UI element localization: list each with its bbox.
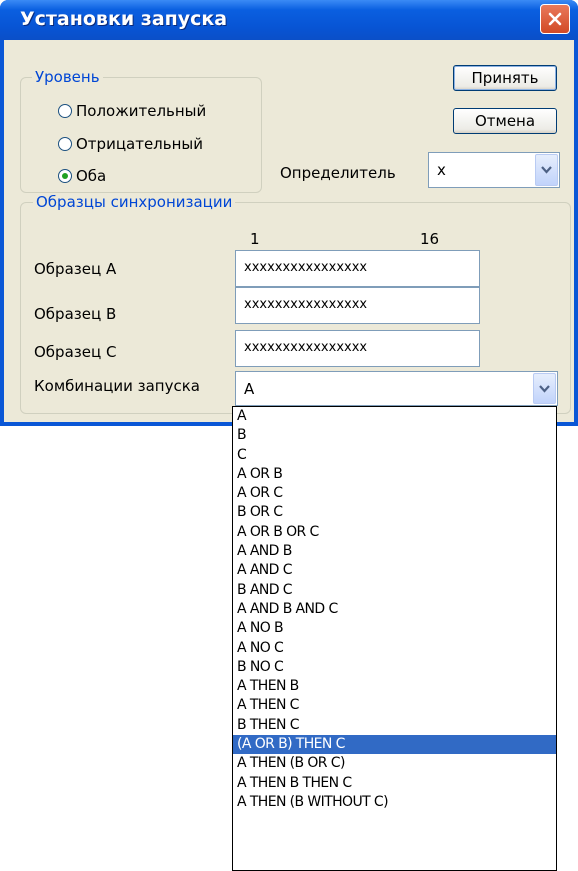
qualifier-select[interactable]: x: [428, 152, 560, 188]
title-bar[interactable]: Установки запуска: [0, 0, 578, 40]
trigger-combinations-label: Комбинации запуска: [34, 377, 200, 395]
dialog-title: Установки запуска: [20, 8, 228, 30]
dropdown-option[interactable]: A OR B OR C: [233, 523, 556, 542]
level-group-legend: Уровень: [32, 68, 103, 86]
cancel-button[interactable]: Отмена: [453, 108, 557, 134]
pattern-a-input[interactable]: xxxxxxxxxxxxxxxx: [235, 250, 480, 287]
dropdown-option[interactable]: A NO B: [233, 619, 556, 638]
trigger-combinations-dropdown-list[interactable]: ABCA OR BA OR CB OR CA OR B OR CA AND BA…: [232, 406, 557, 871]
radio-both-circle: [58, 169, 72, 183]
trigger-combinations-value: A: [244, 380, 255, 398]
bit-start-label: 1: [250, 230, 260, 248]
qualifier-value: x: [437, 161, 446, 179]
radio-positive[interactable]: Положительный: [58, 102, 206, 120]
radio-negative[interactable]: Отрицательный: [58, 135, 203, 153]
dropdown-option[interactable]: A AND B AND C: [233, 600, 556, 619]
chevron-down-icon: [541, 166, 552, 174]
dropdown-option[interactable]: A THEN C: [233, 696, 556, 715]
dropdown-option[interactable]: A NO C: [233, 639, 556, 658]
pattern-b-label: Образец B: [34, 305, 117, 323]
radio-negative-label: Отрицательный: [76, 135, 204, 153]
dropdown-option[interactable]: (A OR B) THEN C: [233, 735, 556, 755]
radio-both[interactable]: Оба: [58, 167, 106, 185]
bit-end-label: 16: [420, 230, 440, 248]
radio-both-label: Оба: [76, 167, 107, 185]
dropdown-option[interactable]: C: [233, 446, 556, 465]
dropdown-option[interactable]: A AND C: [233, 561, 556, 580]
pattern-c-input[interactable]: xxxxxxxxxxxxxxxx: [235, 330, 480, 367]
qualifier-label: Определитель: [280, 164, 396, 182]
dropdown-option[interactable]: A OR B: [233, 465, 556, 484]
radio-positive-circle: [58, 104, 72, 118]
dropdown-option[interactable]: A: [233, 407, 556, 426]
dropdown-option[interactable]: B: [233, 426, 556, 445]
pattern-b-input[interactable]: xxxxxxxxxxxxxxxx: [235, 287, 480, 324]
qualifier-dropdown-button[interactable]: [535, 154, 558, 186]
dropdown-option[interactable]: B AND C: [233, 581, 556, 600]
pattern-c-label: Образец C: [34, 343, 117, 361]
close-button[interactable]: [540, 4, 570, 34]
trigger-combinations-dropdown-button[interactable]: [533, 373, 556, 404]
trigger-combinations-select[interactable]: A: [235, 371, 558, 406]
close-icon: [548, 12, 562, 26]
dropdown-option[interactable]: A THEN (B WITHOUT C): [233, 793, 556, 812]
radio-positive-label: Положительный: [76, 102, 207, 120]
dropdown-option[interactable]: A THEN B: [233, 677, 556, 696]
dropdown-option[interactable]: A AND B: [233, 542, 556, 561]
dialog-client-area: Уровень Положительный Отрицательный Оба …: [4, 40, 574, 422]
radio-negative-circle: [58, 137, 72, 151]
dropdown-option[interactable]: B NO C: [233, 658, 556, 677]
chevron-down-icon: [539, 384, 550, 393]
dropdown-option[interactable]: A THEN (B OR C): [233, 754, 556, 773]
dropdown-option[interactable]: A THEN B THEN C: [233, 774, 556, 793]
dropdown-option[interactable]: B THEN C: [233, 716, 556, 735]
accept-button[interactable]: Принять: [453, 65, 557, 91]
dropdown-option[interactable]: B OR C: [233, 503, 556, 522]
pattern-a-label: Образец A: [34, 260, 117, 278]
sync-group-legend: Образцы синхронизации: [33, 193, 236, 211]
launch-settings-dialog: Установки запуска Уровень Положительный …: [0, 0, 578, 426]
dropdown-option[interactable]: A OR C: [233, 484, 556, 503]
